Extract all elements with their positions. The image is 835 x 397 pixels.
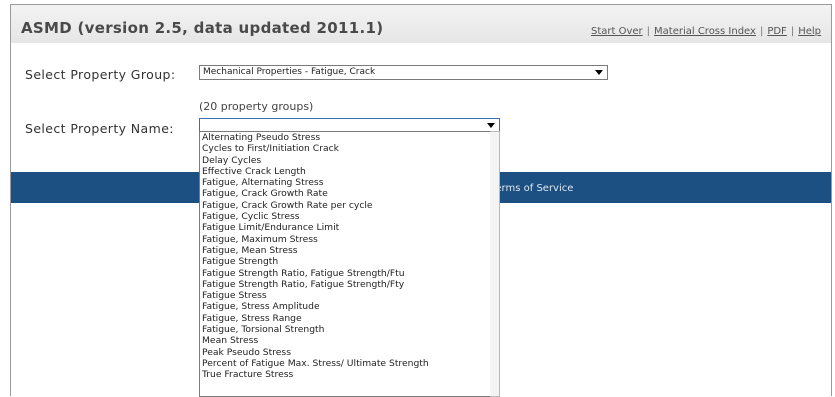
list-item[interactable]: Mean Stress	[200, 335, 491, 346]
list-item[interactable]: Percent of Fatigue Max. Stress/ Ultimate…	[200, 358, 491, 369]
property-group-count: (20 property groups)	[199, 100, 314, 113]
property-group-select[interactable]: Mechanical Properties - Fatigue, Crack	[199, 65, 608, 80]
link-separator: |	[759, 26, 764, 37]
app-title: ASMD (version 2.5, data updated 2011.1)	[21, 19, 384, 37]
list-item[interactable]: Fatigue, Mean Stress	[200, 245, 491, 256]
header: ASMD (version 2.5, data updated 2011.1) …	[11, 5, 831, 43]
pdf-link[interactable]: PDF	[767, 26, 786, 37]
list-item[interactable]: Fatigue, Maximum Stress	[200, 234, 491, 245]
list-item[interactable]: Fatigue Limit/Endurance Limit	[200, 222, 491, 233]
property-group-selected: Mechanical Properties - Fatigue, Crack	[203, 67, 376, 77]
chevron-down-icon	[595, 70, 603, 75]
property-group-label: Select Property Group:	[25, 67, 176, 82]
property-name-dropdown[interactable]: Alternating Pseudo Stress Cycles to Firs…	[199, 131, 492, 397]
list-item[interactable]: Fatigue, Torsional Strength	[200, 324, 491, 335]
app-frame: ASMD (version 2.5, data updated 2011.1) …	[10, 4, 832, 397]
list-item[interactable]: Delay Cycles	[200, 155, 491, 166]
list-item[interactable]: Fatigue, Crack Growth Rate per cycle	[200, 200, 491, 211]
link-separator: |	[646, 26, 651, 37]
list-item[interactable]: Fatigue Strength Ratio, Fatigue Strength…	[200, 279, 491, 290]
list-item[interactable]: Fatigue, Cyclic Stress	[200, 211, 491, 222]
list-item[interactable]: Fatigue, Stress Range	[200, 313, 491, 324]
help-link[interactable]: Help	[798, 26, 821, 37]
list-item[interactable]: True Fracture Stress	[200, 369, 491, 380]
chevron-down-icon	[487, 123, 495, 128]
list-item[interactable]: Fatigue Stress	[200, 290, 491, 301]
material-cross-index-link[interactable]: Material Cross Index	[654, 26, 756, 37]
list-item[interactable]: Alternating Pseudo Stress	[200, 132, 491, 143]
list-item[interactable]: Fatigue Strength	[200, 256, 491, 267]
property-name-select[interactable]	[199, 118, 500, 132]
list-item[interactable]: Fatigue Strength Ratio, Fatigue Strength…	[200, 268, 491, 279]
list-item[interactable]: Fatigue, Crack Growth Rate	[200, 188, 491, 199]
property-name-label: Select Property Name:	[25, 121, 174, 136]
dropdown-scrollbar[interactable]	[490, 131, 500, 397]
list-item[interactable]: Effective Crack Length	[200, 166, 491, 177]
top-links: Start Over | Material Cross Index | PDF | Help	[591, 26, 821, 37]
start-over-link[interactable]: Start Over	[591, 26, 643, 37]
list-item[interactable]: Fatigue, Stress Amplitude	[200, 301, 491, 312]
list-item[interactable]: Fatigue, Alternating Stress	[200, 177, 491, 188]
terms-of-service-link[interactable]: Terms of Service	[491, 183, 573, 194]
list-item[interactable]: Peak Pseudo Stress	[200, 347, 491, 358]
link-separator: |	[790, 26, 795, 37]
list-item[interactable]: Cycles to First/Initiation Crack	[200, 143, 491, 154]
